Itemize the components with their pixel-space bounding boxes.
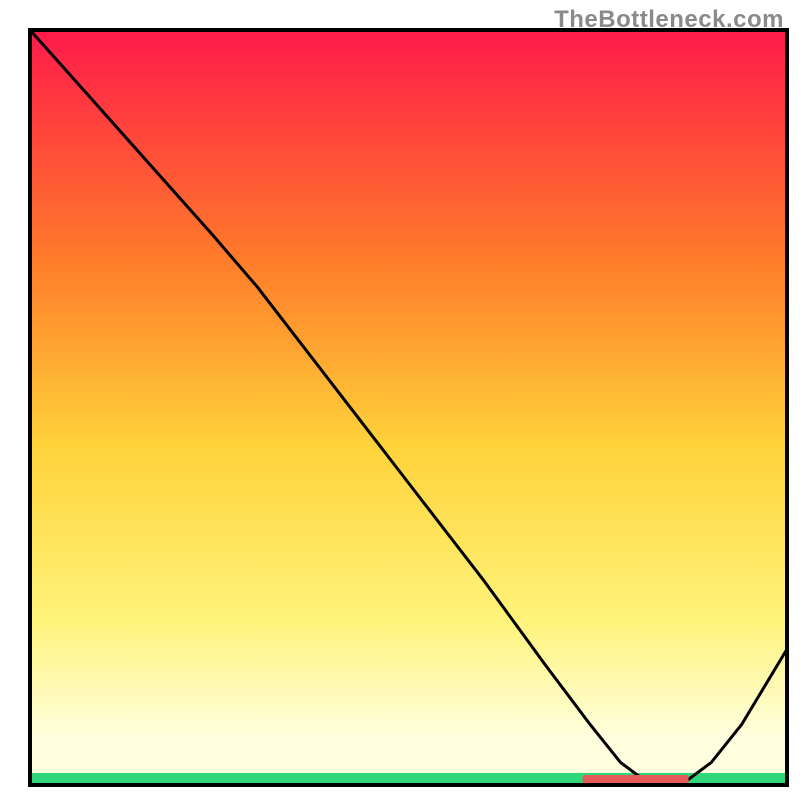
bottleneck-chart	[0, 0, 800, 800]
valley-marker	[583, 775, 689, 784]
gradient-background	[30, 30, 787, 785]
chart-container: TheBottleneck.com	[0, 0, 800, 800]
